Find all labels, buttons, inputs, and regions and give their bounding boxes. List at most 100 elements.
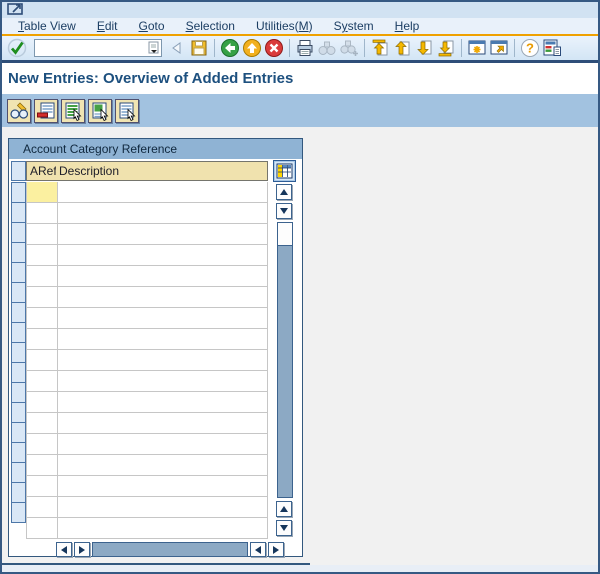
- cell-aref[interactable]: [27, 266, 58, 287]
- page-up-button[interactable]: [391, 37, 413, 59]
- horizontal-scrollbar-track[interactable]: [92, 542, 248, 557]
- cell-description[interactable]: [57, 371, 268, 392]
- cell-description[interactable]: [57, 476, 268, 497]
- cell-description[interactable]: [57, 245, 268, 266]
- scroll-down-button[interactable]: [276, 203, 292, 219]
- menu-item-table-view[interactable]: Table View: [18, 19, 76, 33]
- vertical-scrollbar-track[interactable]: [277, 222, 293, 498]
- system-menu-icon[interactable]: [7, 2, 27, 16]
- menu-item-utilities[interactable]: Utilities(M): [256, 19, 313, 33]
- row-selector[interactable]: [11, 442, 26, 463]
- cell-description[interactable]: [57, 497, 268, 518]
- scroll-right-button-right[interactable]: [268, 542, 284, 557]
- menu-item-system[interactable]: System: [334, 19, 374, 33]
- cell-aref[interactable]: [27, 329, 58, 350]
- row-selector[interactable]: [11, 362, 26, 383]
- exit-button[interactable]: [241, 37, 263, 59]
- command-field-collapse-button[interactable]: [166, 37, 188, 59]
- cell-aref[interactable]: [27, 203, 58, 224]
- cell-aref[interactable]: [27, 518, 58, 539]
- table-configuration-button[interactable]: [273, 160, 296, 182]
- row-selector[interactable]: [11, 182, 26, 203]
- cell-aref[interactable]: [27, 476, 58, 497]
- scroll-left-button-right[interactable]: [250, 542, 266, 557]
- menu-item-goto[interactable]: Goto: [139, 19, 165, 33]
- row-selector[interactable]: [11, 302, 26, 323]
- cell-description[interactable]: [57, 182, 268, 203]
- cell-description[interactable]: [57, 203, 268, 224]
- column-header-description[interactable]: Description: [56, 161, 268, 181]
- cell-aref[interactable]: [27, 392, 58, 413]
- row-selector[interactable]: [11, 482, 26, 503]
- find-button[interactable]: [316, 37, 338, 59]
- column-header-aref[interactable]: ARef: [26, 161, 57, 181]
- cell-aref[interactable]: [27, 497, 58, 518]
- menu-item-edit[interactable]: Edit: [97, 19, 118, 33]
- scroll-up-button-bottom[interactable]: [276, 501, 292, 517]
- command-history-dropdown-icon[interactable]: [146, 40, 161, 56]
- find-next-button[interactable]: [338, 37, 360, 59]
- page-down-button[interactable]: [413, 37, 435, 59]
- row-selector[interactable]: [11, 342, 26, 363]
- row-selector[interactable]: [11, 502, 26, 523]
- cell-aref[interactable]: [27, 245, 58, 266]
- last-page-button[interactable]: [435, 37, 457, 59]
- cancel-button[interactable]: [263, 37, 285, 59]
- help-button[interactable]: ?: [519, 37, 541, 59]
- cell-description[interactable]: [57, 413, 268, 434]
- cell-description[interactable]: [57, 350, 268, 371]
- new-session-button[interactable]: [466, 37, 488, 59]
- command-input[interactable]: [35, 41, 146, 55]
- change-display-toggle-button[interactable]: [7, 98, 31, 123]
- delete-row-button[interactable]: [34, 98, 58, 123]
- row-selector[interactable]: [11, 202, 26, 223]
- select-block-button[interactable]: [88, 98, 112, 123]
- cell-description[interactable]: [57, 287, 268, 308]
- scroll-left-button[interactable]: [56, 542, 72, 557]
- cell-description[interactable]: [57, 224, 268, 245]
- left-triangle-icon: [255, 545, 261, 554]
- first-page-button[interactable]: [369, 37, 391, 59]
- cell-description[interactable]: [57, 308, 268, 329]
- row-selector[interactable]: [11, 262, 26, 283]
- save-button[interactable]: [188, 37, 210, 59]
- cell-aref[interactable]: [27, 350, 58, 371]
- cell-aref[interactable]: [27, 455, 58, 476]
- command-field[interactable]: [34, 39, 162, 57]
- deselect-all-button[interactable]: [115, 98, 139, 123]
- cell-aref[interactable]: [27, 434, 58, 455]
- row-selector[interactable]: [11, 222, 26, 243]
- cell-aref[interactable]: [27, 182, 58, 203]
- select-all-button[interactable]: [61, 98, 85, 123]
- vertical-scrollbar-thumb[interactable]: [278, 223, 292, 246]
- cell-description[interactable]: [57, 518, 268, 539]
- cell-description[interactable]: [57, 434, 268, 455]
- row-selector[interactable]: [11, 402, 26, 423]
- menu-item-selection[interactable]: Selection: [186, 19, 235, 33]
- create-shortcut-button[interactable]: [488, 37, 510, 59]
- scroll-up-button[interactable]: [276, 184, 292, 200]
- cell-aref[interactable]: [27, 287, 58, 308]
- row-selector[interactable]: [11, 422, 26, 443]
- cell-aref[interactable]: [27, 308, 58, 329]
- cell-aref[interactable]: [27, 413, 58, 434]
- cell-aref[interactable]: [27, 224, 58, 245]
- row-selector[interactable]: [11, 282, 26, 303]
- cell-description[interactable]: [57, 392, 268, 413]
- row-selector[interactable]: [11, 462, 26, 483]
- cell-description[interactable]: [57, 266, 268, 287]
- back-button[interactable]: [219, 37, 241, 59]
- cell-aref[interactable]: [27, 371, 58, 392]
- cell-description[interactable]: [57, 455, 268, 476]
- menu-item-help[interactable]: Help: [395, 19, 420, 33]
- cell-description[interactable]: [57, 329, 268, 350]
- select-all-corner-cell[interactable]: [11, 161, 26, 181]
- row-selector[interactable]: [11, 322, 26, 343]
- row-selector[interactable]: [11, 242, 26, 263]
- print-button[interactable]: [294, 37, 316, 59]
- scroll-down-button-bottom[interactable]: [276, 520, 292, 536]
- enter-button[interactable]: [6, 37, 28, 59]
- customize-layout-button[interactable]: [541, 37, 563, 59]
- row-selector[interactable]: [11, 382, 26, 403]
- scroll-right-button[interactable]: [74, 542, 90, 557]
